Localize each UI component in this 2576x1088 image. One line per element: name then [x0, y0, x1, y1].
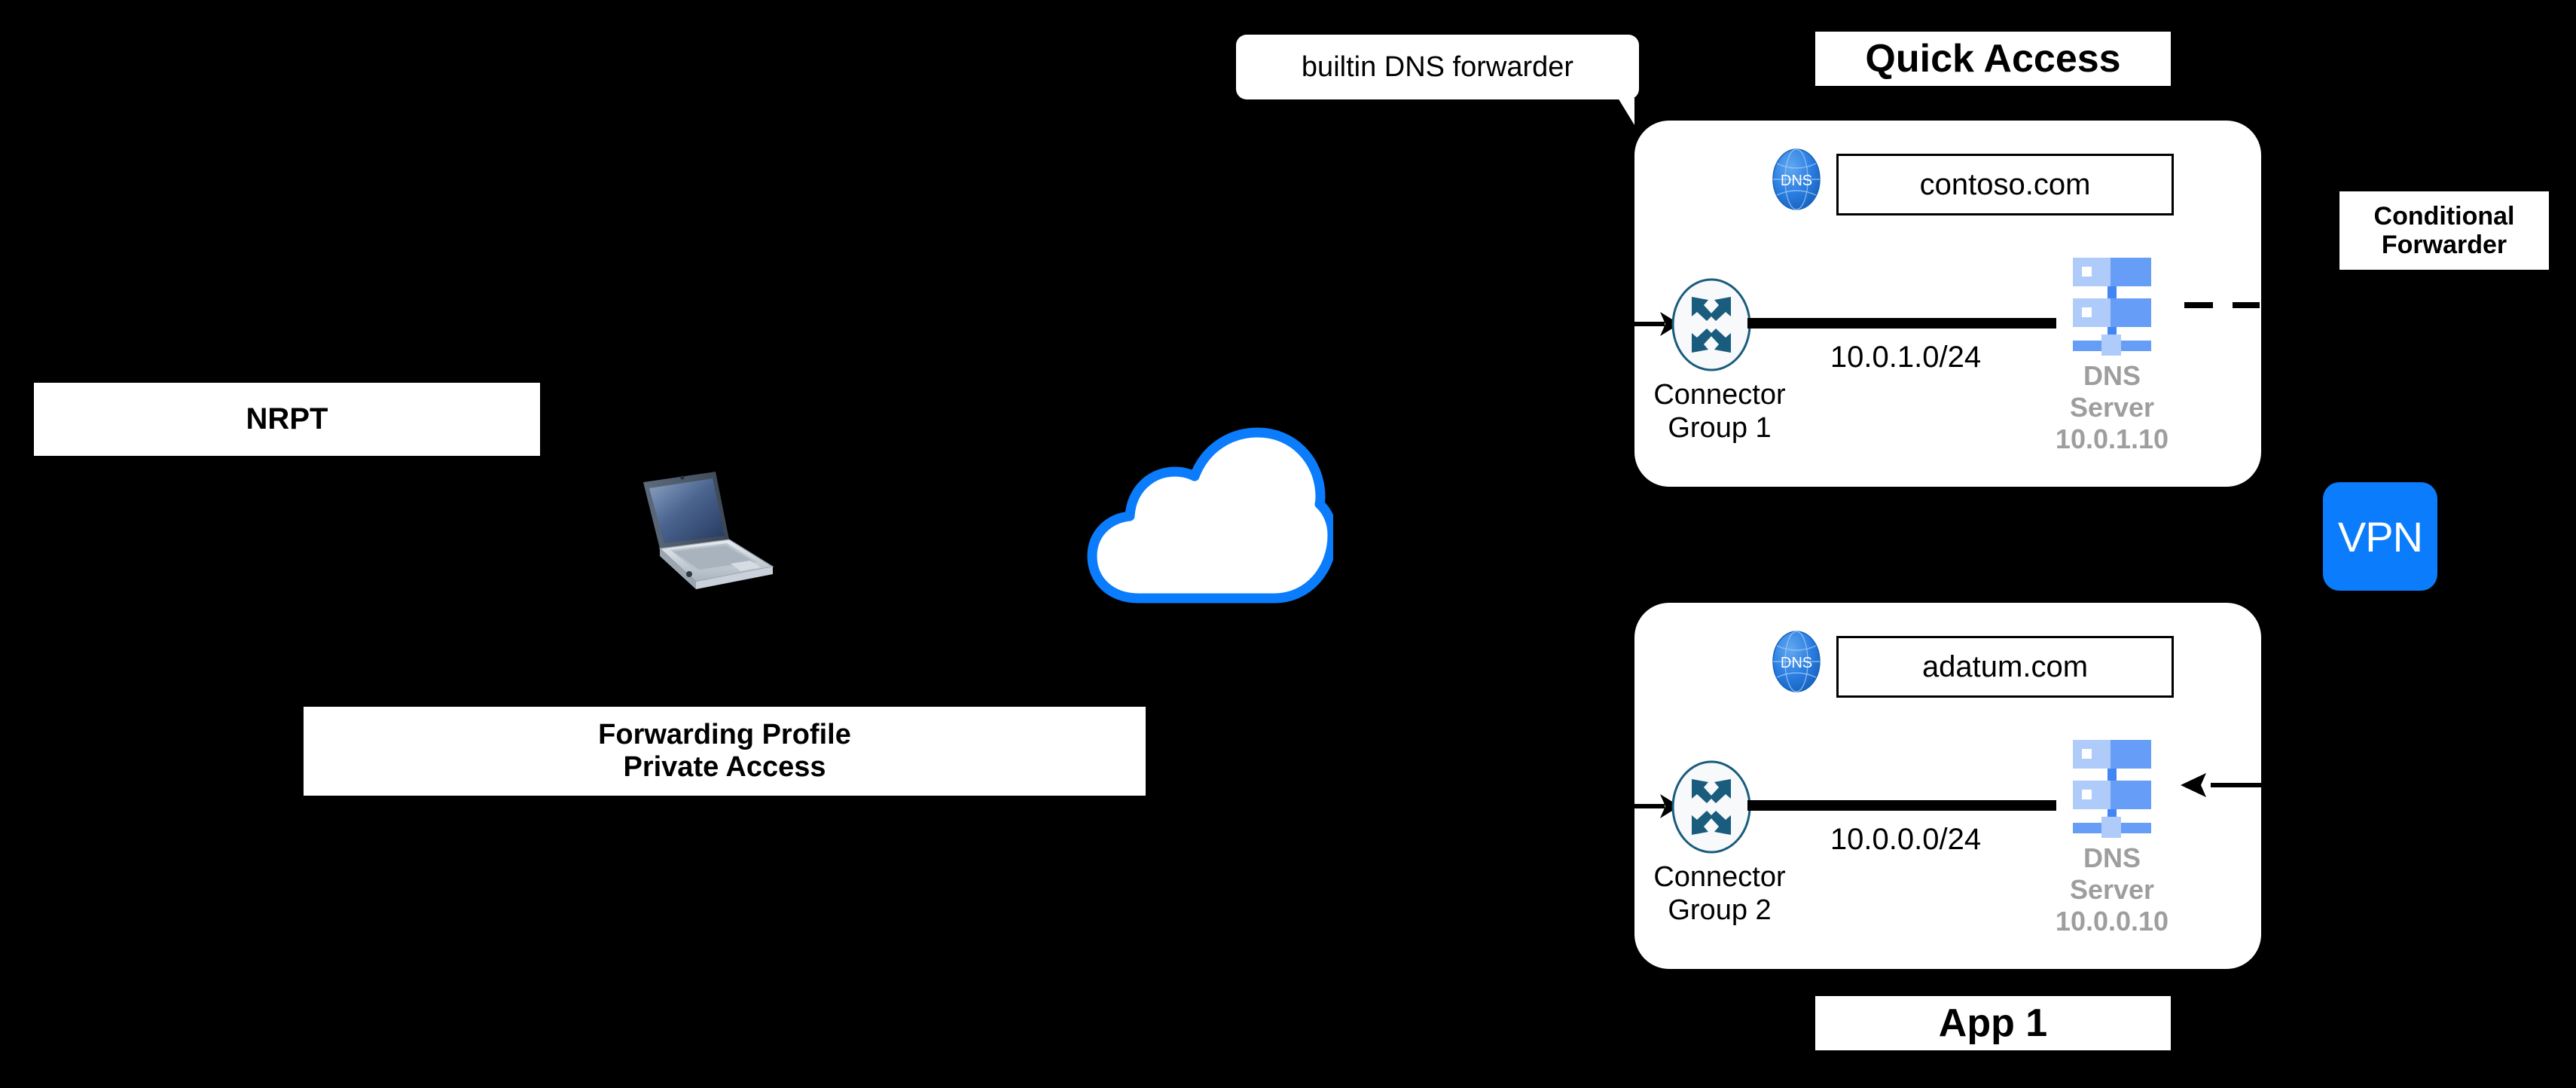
forwarding-profile-label: Forwarding Profile Private Access	[304, 707, 1146, 796]
cloud-icon	[1085, 426, 1338, 607]
vpn-badge: VPN	[2323, 482, 2437, 591]
laptop-icon	[618, 461, 813, 604]
forwarding-profile-line-2: Private Access	[623, 751, 826, 783]
app1-title: App 1	[1815, 996, 2171, 1050]
dns-server-2-label: DNS Server 10.0.0.10	[2011, 842, 2213, 937]
connector-group-2-line-2: Group 2	[1668, 894, 1772, 927]
connector-group-1-label: Connector Group 1	[1625, 378, 1814, 445]
app1-panel: DNS adatum.com 10.0.0.0/24 Connector Gro…	[1634, 603, 2261, 969]
dns-server-1-line-1: DNS	[2083, 360, 2141, 391]
quick-access-panel: DNS contoso.com 10.0.1.0/24 Connector Gr…	[1634, 121, 2261, 487]
builtin-dns-forwarder-callout: builtin DNS forwarder	[1236, 35, 1639, 125]
conditional-forwarder-line-2: Forwarder	[2381, 231, 2507, 259]
conditional-forwarder-line-1: Conditional	[2373, 201, 2515, 231]
connector-group-2-line-1: Connector	[1653, 861, 1786, 893]
dns-server-2-ip: 10.0.0.10	[2055, 905, 2169, 937]
dns-server-1-line-2: Server	[2069, 391, 2155, 423]
arrow-left-icon-app1-dns	[2181, 769, 2346, 802]
dns-globe-icon-2: DNS	[1772, 630, 1821, 693]
vpn-label: VPN	[2337, 512, 2423, 561]
connector-group-1-line-1: Connector	[1653, 379, 1786, 411]
nrpt-label: NRPT	[34, 383, 540, 456]
dns-server-icon-2	[2068, 738, 2156, 841]
diagram-canvas: NRPT Forwarding Profile Private Access Q…	[0, 0, 2576, 1088]
domain-name-field-contoso[interactable]: contoso.com	[1836, 154, 2174, 215]
connector-group-2-label: Connector Group 2	[1625, 860, 1814, 927]
svg-text:DNS: DNS	[1781, 655, 1812, 671]
svg-text:DNS: DNS	[1781, 173, 1812, 189]
dns-globe-icon: DNS	[1772, 148, 1821, 211]
dns-server-icon-1	[2068, 256, 2156, 359]
dns-server-2-line-2: Server	[2069, 873, 2155, 905]
connector-group-1-line-2: Group 1	[1668, 412, 1772, 445]
dns-server-1-label: DNS Server 10.0.1.10	[2011, 360, 2213, 454]
dns-server-1-ip: 10.0.1.10	[2055, 423, 2169, 454]
forwarding-profile-line-1: Forwarding Profile	[598, 719, 851, 751]
subnet-link-line-1	[1747, 318, 2056, 329]
dns-server-2-line-1: DNS	[2083, 842, 2141, 873]
subnet-link-line-2	[1747, 800, 2056, 811]
domain-name-field-adatum[interactable]: adatum.com	[1836, 636, 2174, 698]
callout-tail-icon	[1618, 98, 1634, 125]
conditional-forwarder-dashed-line	[2184, 302, 2260, 308]
callout-text: builtin DNS forwarder	[1301, 50, 1574, 83]
conditional-forwarder-label: Conditional Forwarder	[2339, 191, 2549, 270]
quick-access-title: Quick Access	[1815, 32, 2171, 86]
